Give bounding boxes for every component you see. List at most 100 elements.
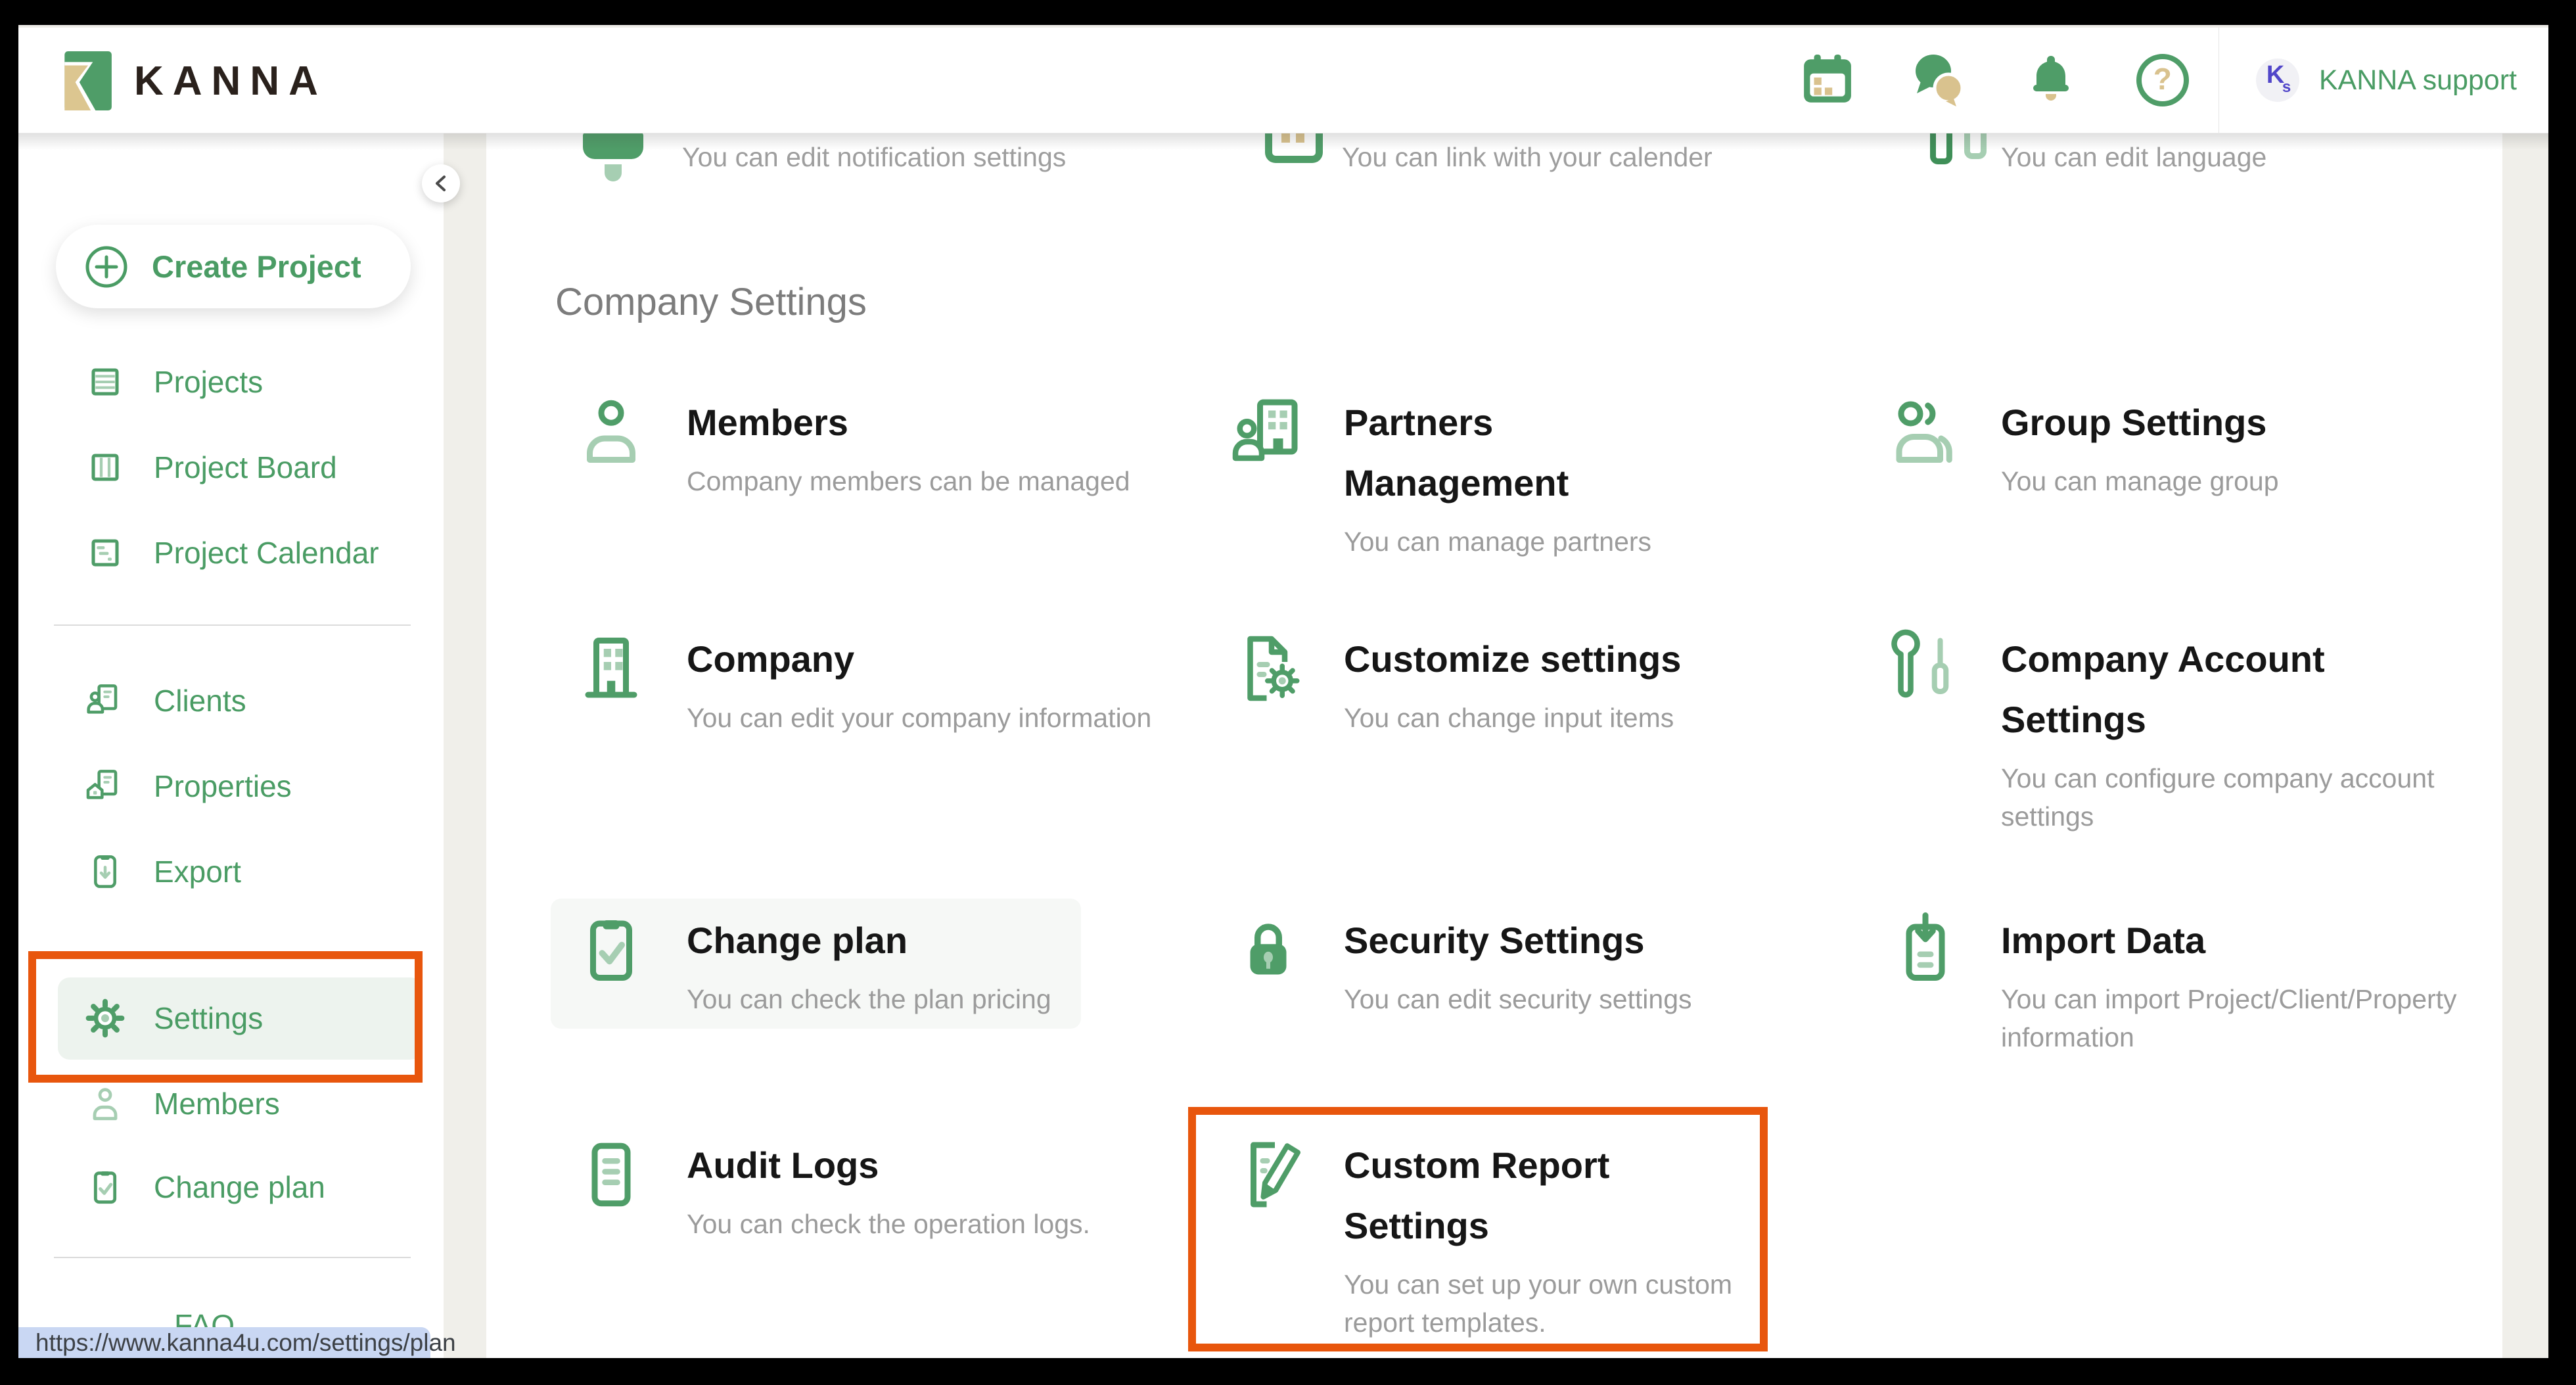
sidebar-item-label: Export: [154, 854, 241, 889]
clipboard-check-icon: [84, 1166, 126, 1208]
create-project-button[interactable]: Create Project: [56, 225, 411, 308]
wrench-screwdriver-icon: [1886, 629, 1965, 708]
sidebar-item-export[interactable]: Export: [18, 835, 444, 908]
card-desc: You can edit notification settings: [682, 142, 1066, 173]
settings-card-custom-report[interactable]: Custom Report Settings You can set up yo…: [1229, 1135, 1771, 1342]
bell-partial-icon: [583, 133, 643, 159]
status-url-tooltip: https://www.kanna4u.com/settings/plan: [18, 1327, 430, 1358]
card-title: Members: [687, 392, 1130, 453]
card-desc: You can check the operation logs.: [687, 1205, 1090, 1243]
chat-icon[interactable]: [1883, 53, 1995, 108]
card-desc: You can import Project/Client/Property i…: [2001, 980, 2502, 1056]
logo-wordmark: KANNA: [134, 58, 327, 105]
board-columns-icon: [84, 446, 126, 488]
bell-partial-icon-clapper: [605, 164, 622, 181]
settings-card-group[interactable]: Group Settings You can manage group: [1886, 392, 2279, 500]
language-partial-icon: [1964, 133, 1987, 159]
card-title: Import Data: [2001, 910, 2369, 971]
clipboard-import-icon: [1886, 910, 1965, 989]
card-desc: You can manage partners: [1344, 523, 1712, 561]
person-icon: [572, 392, 651, 471]
user-name: KANNA support: [2319, 64, 2517, 97]
settings-card-company-account[interactable]: Company Account Settings You can configu…: [1886, 629, 2502, 835]
user-menu[interactable]: K s KANNA support: [2219, 28, 2548, 133]
settings-card-import[interactable]: Import Data You can import Project/Clien…: [1886, 910, 2502, 1056]
card-desc: You can manage group: [2001, 462, 2279, 500]
card-title: Audit Logs: [687, 1135, 1090, 1196]
card-title: Company: [687, 629, 1151, 690]
card-desc: You can link with your calender: [1342, 142, 1713, 173]
card-title: Customize settings: [1344, 629, 1681, 690]
client-person-doc-icon: [84, 680, 126, 722]
sidebar-item-label: Change plan: [154, 1169, 325, 1205]
language-partial-icon: [1930, 133, 1952, 164]
card-title: Company Account Settings: [2001, 629, 2369, 750]
card-desc: You can edit security settings: [1344, 980, 1692, 1018]
bell-icon[interactable]: [1995, 53, 2107, 107]
kanna-logo-icon: [59, 51, 112, 110]
header-actions: ? K s KANNA support: [1772, 28, 2548, 133]
projects-list-icon: [84, 361, 126, 403]
sidebar-item-members[interactable]: Members: [18, 1068, 444, 1140]
person-building-icon: [1229, 392, 1308, 471]
padlock-icon: [1229, 910, 1308, 989]
sidebar: Create Project Projects P: [18, 133, 444, 1358]
avatar: K s: [2256, 59, 2299, 102]
main-content: You can edit notification settings You c…: [486, 133, 2502, 1358]
member-person-icon: [84, 1083, 126, 1125]
top-header: KANNA: [18, 28, 2548, 133]
sidebar-item-change-plan[interactable]: Change plan: [18, 1151, 444, 1223]
settings-card-security[interactable]: Security Settings You can edit security …: [1229, 910, 1692, 1018]
sidebar-item-settings[interactable]: Settings: [18, 982, 444, 1054]
card-desc: You can configure company account settin…: [2001, 759, 2502, 835]
calendar-icon[interactable]: [1772, 53, 1883, 107]
sidebar-item-label: Projects: [154, 364, 263, 400]
card-desc: Company members can be managed: [687, 462, 1130, 500]
sidebar-item-label: Project Board: [154, 450, 337, 485]
card-title: Custom Report Settings: [1344, 1135, 1712, 1256]
sidebar-item-label: Project Calendar: [154, 535, 379, 571]
settings-card-change-plan[interactable]: Change plan You can check the plan prici…: [551, 899, 1081, 1029]
sidebar-item-label: Properties: [154, 768, 292, 804]
sidebar-divider: [54, 624, 411, 626]
card-desc: You can edit your company information: [687, 699, 1151, 737]
settings-card-customize[interactable]: Customize settings You can change input …: [1229, 629, 1681, 737]
sidebar-item-label: Settings: [154, 1000, 263, 1036]
document-gear-icon: [1229, 629, 1308, 708]
sidebar-item-label: Clients: [154, 683, 246, 718]
card-desc: You can edit language: [2001, 142, 2266, 173]
kanna-logo[interactable]: KANNA: [59, 51, 327, 110]
calendar-rows-icon: [84, 532, 126, 574]
app-window: KANNA: [18, 25, 2548, 1358]
card-desc: You can set up your own custom report te…: [1344, 1265, 1771, 1342]
building-icon: [572, 629, 651, 708]
create-project-label: Create Project: [152, 248, 361, 285]
settings-card-partners[interactable]: Partners Management You can manage partn…: [1229, 392, 1712, 561]
help-icon[interactable]: ?: [2107, 54, 2219, 106]
card-desc: You can change input items: [1344, 699, 1681, 737]
clipboard-list-icon: [572, 1135, 651, 1214]
settings-card-company[interactable]: Company You can edit your company inform…: [572, 629, 1151, 737]
status-url: https://www.kanna4u.com/settings/plan: [35, 1329, 456, 1357]
sidebar-item-clients[interactable]: Clients: [18, 665, 444, 737]
card-title: Partners Management: [1344, 392, 1712, 513]
property-house-doc-icon: [84, 765, 126, 807]
gear-icon: [84, 997, 126, 1039]
export-clipboard-icon: [84, 851, 126, 893]
card-title: Change plan: [687, 910, 1051, 971]
people-group-icon: [1886, 392, 1965, 471]
settings-card-audit-logs[interactable]: Audit Logs You can check the operation l…: [572, 1135, 1090, 1243]
document-pencil-icon: [1229, 1135, 1308, 1214]
card-desc: You can check the plan pricing: [687, 980, 1051, 1018]
sidebar-item-projects[interactable]: Projects: [18, 346, 444, 418]
sidebar-collapse-button[interactable]: [422, 164, 460, 202]
card-title: Security Settings: [1344, 910, 1692, 971]
card-title: Group Settings: [2001, 392, 2279, 453]
settings-card-members[interactable]: Members Company members can be managed: [572, 392, 1130, 500]
plus-circle-icon: [82, 243, 131, 291]
sidebar-divider: [54, 1257, 411, 1258]
sidebar-item-project-board[interactable]: Project Board: [18, 431, 444, 504]
sidebar-item-properties[interactable]: Properties: [18, 750, 444, 822]
sidebar-item-project-calendar[interactable]: Project Calendar: [18, 517, 444, 589]
calendar-partial-icon: [1265, 133, 1323, 163]
